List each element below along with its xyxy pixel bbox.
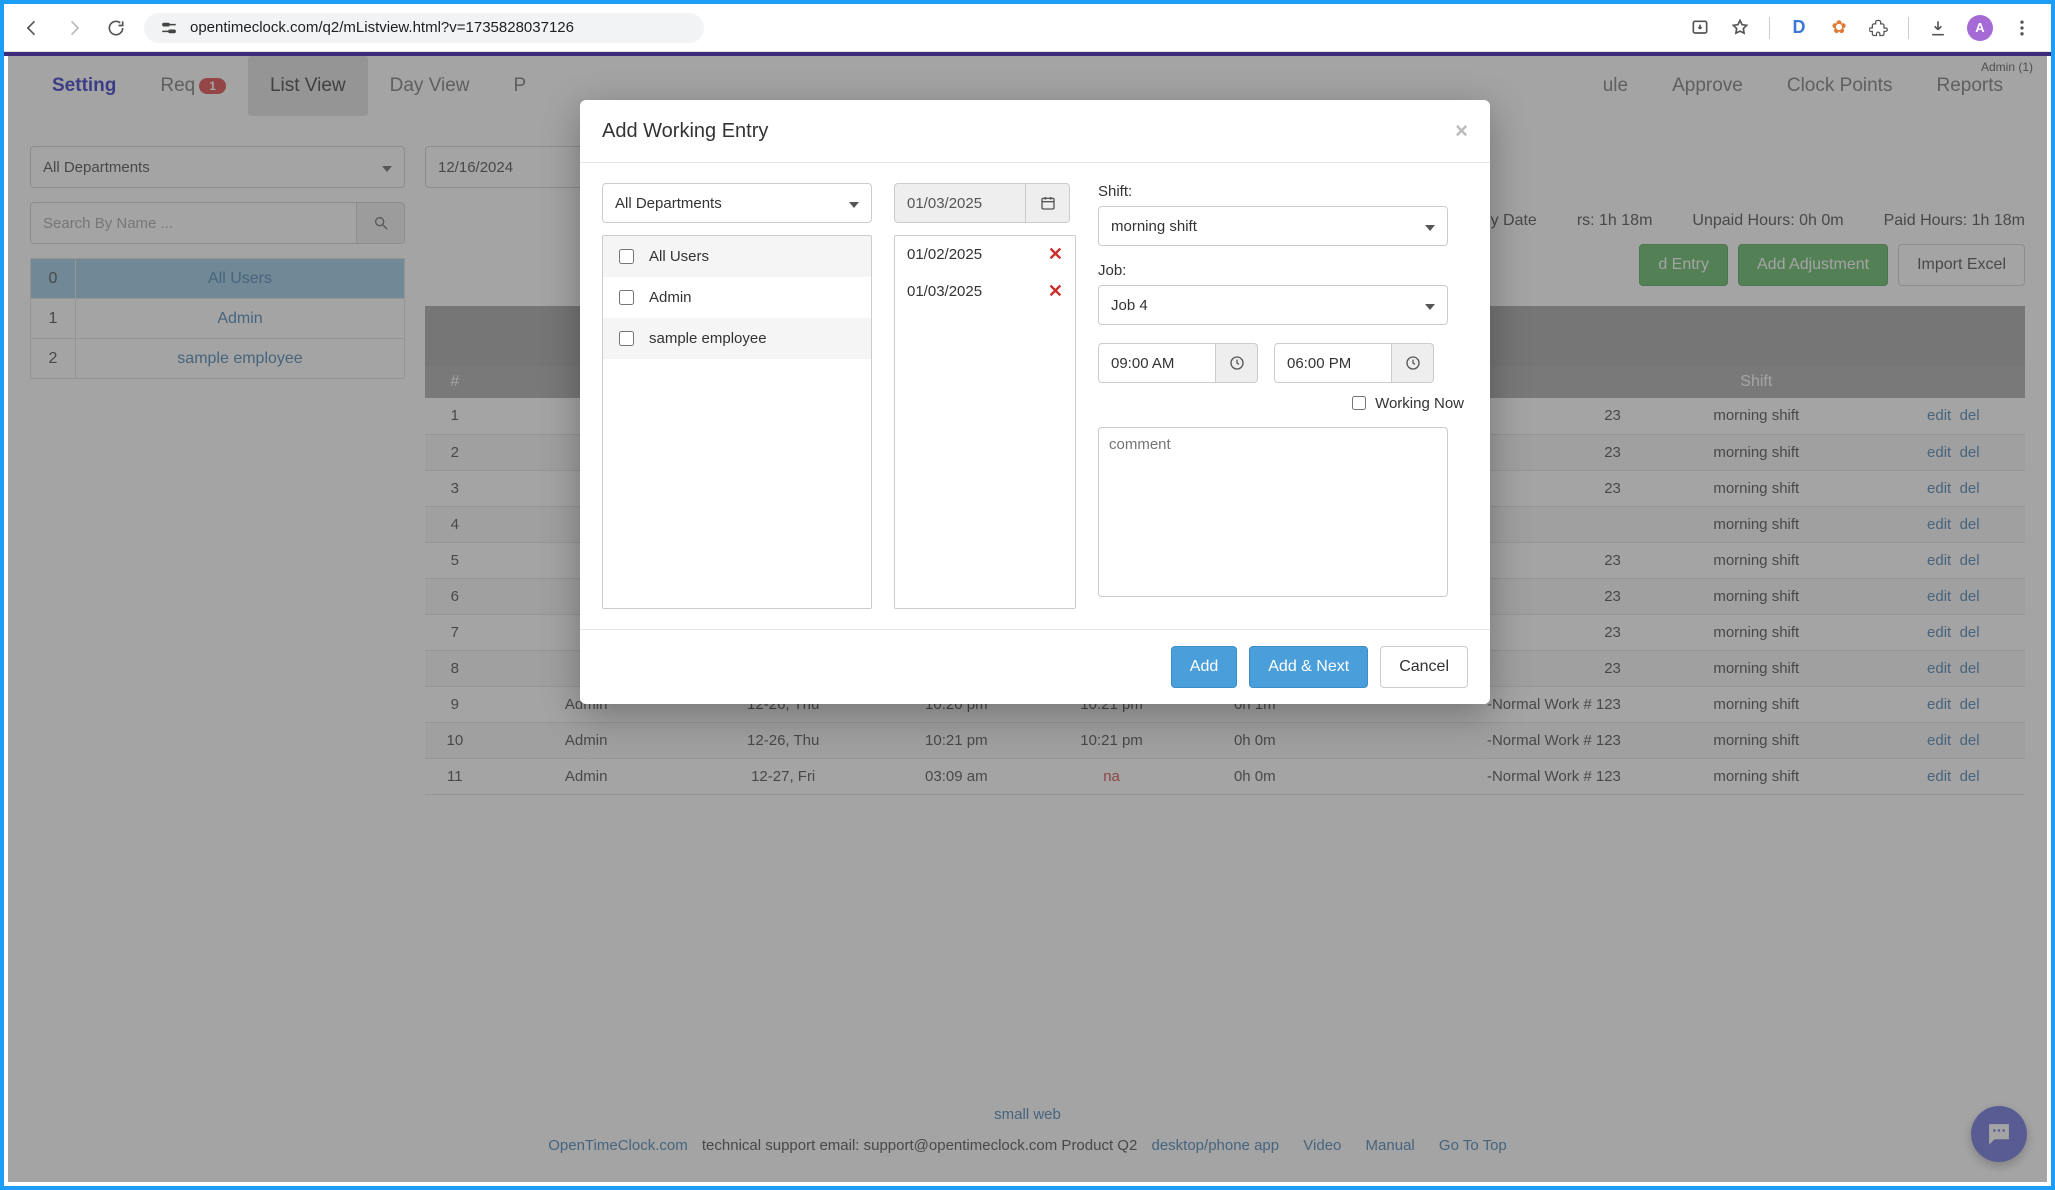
site-settings-icon[interactable] — [160, 19, 178, 37]
time-out-value[interactable]: 06:00 PM — [1274, 343, 1392, 383]
modal-date-item: 01/03/2025 ✕ — [895, 273, 1075, 310]
modal-user-item[interactable]: sample employee — [603, 318, 871, 359]
modal-date-list: 01/02/2025 ✕ 01/03/2025 ✕ — [894, 235, 1076, 609]
url-text: opentimeclock.com/q2/mListview.html?v=17… — [190, 19, 574, 36]
modal-col-dates: 01/03/2025 01/02/2025 ✕ 01/03/2025 ✕ — [894, 183, 1076, 609]
install-icon[interactable] — [1689, 17, 1711, 39]
job-dropdown[interactable]: Job 4 — [1098, 285, 1448, 325]
remove-date-icon[interactable]: ✕ — [1048, 244, 1063, 265]
modal-user-item[interactable]: All Users — [603, 236, 871, 277]
extensions-puzzle-icon[interactable] — [1868, 17, 1890, 39]
modal-title: Add Working Entry — [602, 120, 768, 143]
address-bar[interactable]: opentimeclock.com/q2/mListview.html?v=17… — [144, 13, 704, 43]
back-icon[interactable] — [22, 18, 42, 38]
modal-col-users: All Departments All Users Admin sample e… — [602, 183, 872, 609]
modal-date-input[interactable]: 01/03/2025 — [894, 183, 1026, 223]
extension-orange-icon[interactable]: ✿ — [1828, 17, 1850, 39]
shift-dropdown[interactable]: morning shift — [1098, 206, 1448, 246]
comment-textarea[interactable] — [1098, 427, 1448, 597]
calendar-icon[interactable] — [1026, 183, 1070, 223]
time-in-field[interactable]: 09:00 AM — [1098, 343, 1258, 383]
date-text: 01/03/2025 — [907, 283, 982, 300]
separator — [1769, 17, 1770, 39]
cancel-button[interactable]: Cancel — [1380, 646, 1468, 688]
chevron-down-icon — [849, 195, 859, 212]
modal-footer: Add Add & Next Cancel — [580, 629, 1490, 704]
modal-dept-label: All Departments — [615, 195, 722, 212]
reload-icon[interactable] — [106, 18, 126, 38]
download-icon[interactable] — [1927, 17, 1949, 39]
separator — [1908, 17, 1909, 39]
user-checkbox[interactable] — [619, 249, 634, 264]
modal-date-item: 01/02/2025 ✕ — [895, 236, 1075, 273]
browser-chrome: opentimeclock.com/q2/mListview.html?v=17… — [4, 4, 2051, 52]
shift-value: morning shift — [1111, 218, 1197, 235]
shift-label: Shift: — [1098, 183, 1468, 200]
date-text: 01/02/2025 — [907, 246, 982, 263]
modal-col-details: Shift: morning shift Job: Job 4 09:00 AM… — [1098, 183, 1468, 609]
chevron-down-icon — [1425, 218, 1435, 235]
modal-user-item[interactable]: Admin — [603, 277, 871, 318]
modal-header: Add Working Entry × — [580, 100, 1490, 163]
extension-d-icon[interactable]: D — [1788, 17, 1810, 39]
forward-icon[interactable] — [64, 18, 84, 38]
kebab-menu-icon[interactable] — [2011, 17, 2033, 39]
user-checkbox[interactable] — [619, 331, 634, 346]
clock-icon[interactable] — [1216, 343, 1258, 383]
add-working-entry-modal: Add Working Entry × All Departments All … — [580, 100, 1490, 704]
time-out-field[interactable]: 06:00 PM — [1274, 343, 1434, 383]
job-value: Job 4 — [1111, 297, 1148, 314]
time-in-value[interactable]: 09:00 AM — [1098, 343, 1216, 383]
chevron-down-icon — [1425, 297, 1435, 314]
user-checkbox[interactable] — [619, 290, 634, 305]
modal-date-picker[interactable]: 01/03/2025 — [894, 183, 1076, 223]
add-button[interactable]: Add — [1171, 646, 1237, 688]
working-now-label: Working Now — [1375, 395, 1464, 412]
job-label: Job: — [1098, 262, 1468, 279]
bookmark-star-icon[interactable] — [1729, 17, 1751, 39]
modal-dept-dropdown[interactable]: All Departments — [602, 183, 872, 223]
profile-avatar[interactable]: A — [1967, 15, 1993, 41]
clock-icon[interactable] — [1392, 343, 1434, 383]
remove-date-icon[interactable]: ✕ — [1048, 281, 1063, 302]
add-next-button[interactable]: Add & Next — [1249, 646, 1368, 688]
modal-close-button[interactable]: × — [1455, 118, 1468, 144]
modal-user-list: All Users Admin sample employee — [602, 235, 872, 609]
chrome-right-icons: D ✿ A — [1689, 15, 2033, 41]
nav-icon-group — [22, 18, 126, 38]
working-now-checkbox[interactable] — [1352, 396, 1366, 410]
